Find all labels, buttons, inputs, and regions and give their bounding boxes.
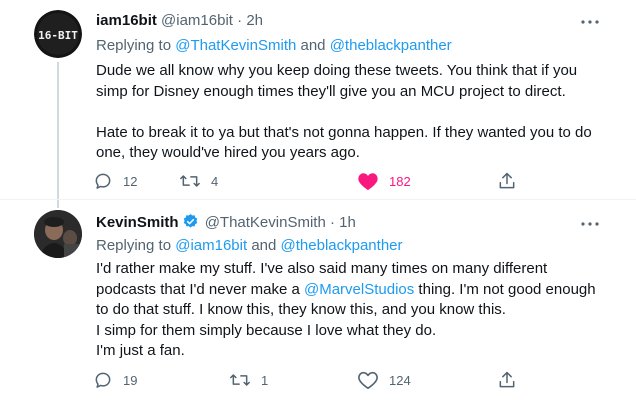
share-button[interactable]: [497, 171, 517, 191]
like-icon: [357, 171, 379, 191]
avatar-kevinsmith[interactable]: [34, 210, 82, 258]
tweet-text-line: Dude we all know why you keep doing thes…: [96, 62, 578, 79]
tweet-text-line: podcasts that I'd never make a @MarvelSt…: [96, 280, 611, 301]
tweet-text-line: I'd rather make my stuff. I've also said…: [96, 260, 548, 277]
timestamp[interactable]: 1h: [339, 214, 356, 231]
mention-link[interactable]: @MarvelStudios: [304, 281, 414, 298]
mention-link[interactable]: @theblackpanther: [281, 237, 403, 254]
handle[interactable]: @iam16bit: [161, 12, 233, 29]
replying-to: Replying to @ThatKevinSmith and @theblac…: [96, 36, 452, 56]
more-icon[interactable]: [580, 214, 600, 234]
share-icon: [497, 171, 517, 191]
tweet-thread: 16-BIT iam16bit @iam16bit · 2h Replying …: [0, 0, 636, 407]
like-button[interactable]: 124: [357, 370, 411, 390]
reply-count: 19: [123, 372, 138, 388]
reply-button[interactable]: 19: [93, 370, 137, 390]
verified-icon: [182, 213, 199, 236]
share-icon: [497, 370, 517, 390]
retweet-count: 1: [261, 372, 269, 388]
mention-link[interactable]: @ThatKevinSmith: [175, 37, 296, 54]
tweet-text-line: I'm just a fan.: [96, 342, 185, 360]
display-name[interactable]: KevinSmith: [96, 214, 179, 231]
tweet-header: iam16bit @iam16bit · 2h: [96, 11, 263, 31]
reply-icon: [93, 370, 113, 390]
tweet-text-line: Hate to break it to ya but that's not go…: [96, 123, 592, 141]
mention-link[interactable]: @theblackpanther: [330, 37, 452, 54]
tweet-divider: [0, 199, 636, 200]
replying-and: and: [247, 237, 281, 254]
mention-link[interactable]: @iam16bit: [175, 237, 247, 254]
text-segment: podcasts that I'd never make a: [96, 280, 304, 298]
retweet-icon: [179, 171, 201, 191]
handle[interactable]: @ThatKevinSmith: [205, 214, 326, 231]
tweet-text-line: one, they would've hired you years ago.: [96, 144, 360, 162]
tweet-text-line: simp for Disney enough times they'll giv…: [96, 82, 566, 100]
reply-button[interactable]: 12: [93, 171, 137, 191]
like-count: 124: [389, 372, 411, 388]
retweet-button[interactable]: 4: [179, 171, 218, 191]
reply-count: 12: [123, 173, 138, 189]
separator-dot: ·: [329, 214, 335, 231]
like-count: 182: [389, 173, 411, 189]
share-button[interactable]: [497, 370, 517, 390]
retweet-button[interactable]: 1: [229, 370, 268, 390]
text-segment: thing. I'm not good enough: [414, 280, 596, 298]
tweet-header: KevinSmith @ThatKevinSmith · 1h: [96, 213, 356, 236]
tweet-text-line: to do that stuff. I know this, they know…: [96, 301, 506, 319]
avatar-iam16bit[interactable]: 16-BIT: [34, 10, 82, 58]
display-name[interactable]: iam16bit: [96, 12, 157, 29]
thread-connector-line: [57, 62, 59, 208]
retweet-icon: [229, 370, 251, 390]
reply-icon: [93, 171, 113, 191]
more-icon[interactable]: [580, 12, 600, 32]
replying-to: Replying to @iam16bit and @theblackpanth…: [96, 236, 403, 256]
timestamp[interactable]: 2h: [246, 12, 263, 29]
replying-prefix: Replying to: [96, 237, 176, 254]
avatar-logo-text: 16-BIT: [38, 29, 78, 42]
tweet-text: I'd rather make my stuff. I've also said…: [96, 259, 611, 362]
replying-prefix: Replying to: [96, 37, 176, 54]
tweet-text: Dude we all know why you keep doing thes…: [96, 61, 611, 164]
like-button[interactable]: 182: [357, 171, 411, 191]
separator-dot: ·: [237, 12, 243, 29]
tweet-text-line: I simp for them simply because I love wh…: [96, 321, 437, 339]
replying-and: and: [296, 37, 330, 54]
retweet-count: 4: [211, 173, 219, 189]
like-icon: [357, 370, 379, 390]
